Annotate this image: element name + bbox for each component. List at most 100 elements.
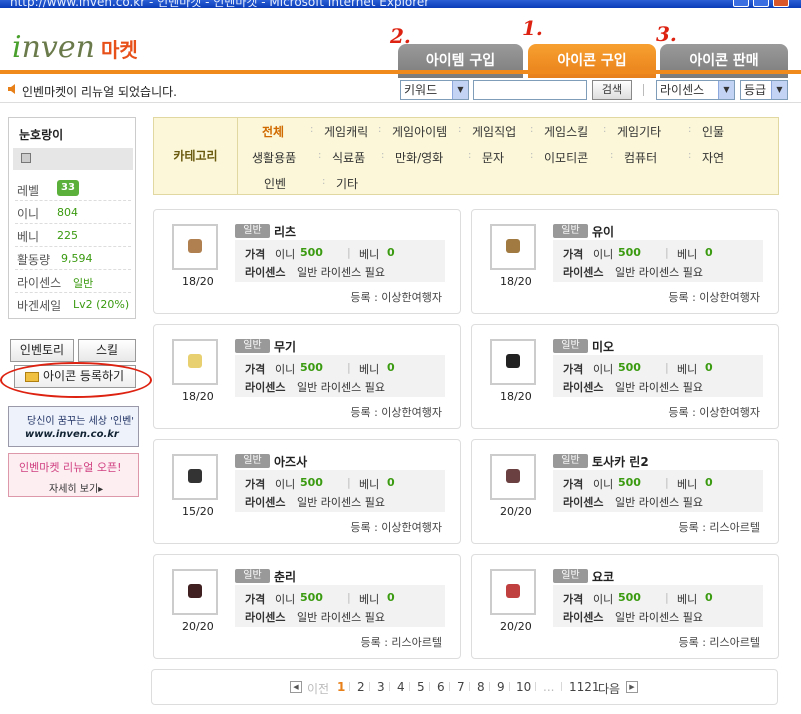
last-page-link[interactable]: 1121: [569, 680, 600, 694]
product-thumbnail[interactable]: [490, 224, 536, 270]
grade-select[interactable]: 등급 ▼: [740, 80, 788, 100]
inven-market-logo[interactable]: inven 마켓: [12, 30, 138, 65]
stat-label: 이니: [17, 207, 40, 221]
category-item[interactable]: 이모티콘: [544, 149, 588, 166]
close-button[interactable]: [773, 0, 789, 7]
product-name[interactable]: 유이: [592, 223, 614, 240]
category-item[interactable]: 인물: [702, 123, 724, 140]
page-link[interactable]: 8: [477, 680, 485, 694]
character-icon: [506, 584, 520, 598]
category-item[interactable]: 생활용품: [252, 149, 296, 166]
page-link[interactable]: 2: [357, 680, 365, 694]
seller-info: 등록 : 이상한여행자: [350, 406, 442, 419]
product-thumbnail[interactable]: [172, 569, 218, 615]
product-name[interactable]: 리츠: [274, 223, 296, 240]
page-link[interactable]: 1: [337, 680, 345, 694]
page-link[interactable]: 4: [397, 680, 405, 694]
product-card[interactable]: 18/20 일반 유이 가격 이니 500 | 베니 0 라이센스 일반 라이센스 필요 등록 : 이…: [471, 209, 779, 314]
product-name[interactable]: 무기: [274, 338, 296, 355]
grade-badge: 일반: [235, 454, 270, 468]
maximize-button[interactable]: [753, 0, 769, 7]
keyword-select-value: 키워드: [404, 83, 438, 97]
product-thumbnail[interactable]: [490, 569, 536, 615]
category-item[interactable]: 게임아이템: [392, 123, 447, 140]
page-link[interactable]: 5: [417, 680, 425, 694]
product-card[interactable]: 20/20 일반 요코 가격 이니 500 | 베니 0 라이센스 일반 라이센스 필요 등록 : 리…: [471, 554, 779, 659]
product-card[interactable]: 15/20 일반 아즈사 가격 이니 500 | 베니 0 라이센스 일반 라이센스 필요 등록 : …: [153, 439, 461, 544]
beni-price: 0: [705, 476, 713, 489]
page-link[interactable]: 7: [457, 680, 465, 694]
license-select[interactable]: 라이센스 ▼: [656, 80, 735, 100]
product-stock: 20/20: [500, 505, 532, 518]
category-item[interactable]: 게임기타: [617, 123, 661, 140]
character-icon: [506, 354, 520, 368]
page-link[interactable]: 9: [497, 680, 505, 694]
license-requirement: 일반 라이센스 필요: [297, 266, 385, 279]
annotation-2: 2.: [390, 24, 411, 48]
inventory-button[interactable]: 인벤토리: [10, 339, 74, 362]
price-divider: |: [665, 246, 669, 259]
product-name[interactable]: 미오: [592, 338, 614, 355]
stat-level: 레벨 33: [15, 178, 131, 201]
category-divider: :: [530, 124, 534, 135]
product-name[interactable]: 요코: [592, 568, 614, 585]
product-card[interactable]: 18/20 일반 미오 가격 이니 500 | 베니 0 라이센스 일반 라이센스 필요 등록 : 이…: [471, 324, 779, 429]
divider: [643, 84, 644, 96]
beni-label: 베니: [677, 478, 698, 491]
banner-slogan: 당신이 꿈꾸는 세상 '인벤': [27, 416, 135, 427]
product-stock: 18/20: [182, 275, 214, 288]
prev-page-link[interactable]: 이전: [307, 680, 329, 697]
category-item[interactable]: 컴퓨터: [624, 149, 657, 166]
product-thumbnail[interactable]: [490, 454, 536, 500]
license-requirement: 일반 라이센스 필요: [297, 611, 385, 624]
product-stock: 20/20: [500, 620, 532, 633]
category-item[interactable]: 문자: [482, 149, 504, 166]
product-card[interactable]: 20/20 일반 춘리 가격 이니 500 | 베니 0 라이센스 일반 라이센스 필요 등록 : 리…: [153, 554, 461, 659]
category-divider: :: [322, 176, 326, 187]
page-link[interactable]: 3: [377, 680, 385, 694]
next-page-link[interactable]: 다음: [598, 680, 620, 697]
product-card[interactable]: 18/20 일반 리츠 가격 이니 500 | 베니 0 라이센스 일반 라이센스 필요 등록 : 이…: [153, 209, 461, 314]
search-button[interactable]: 검색: [592, 80, 632, 100]
prev-arrow-icon[interactable]: ◀: [290, 681, 302, 693]
skill-button[interactable]: 스킬: [78, 339, 136, 362]
category-item[interactable]: 기타: [336, 175, 358, 192]
category-item[interactable]: 식료품: [332, 149, 365, 166]
keyword-select[interactable]: 키워드 ▼: [400, 80, 469, 100]
product-name[interactable]: 토사카 린2: [592, 453, 649, 470]
category-item[interactable]: 인벤: [264, 175, 286, 192]
banner-more-link: 자세히 보기▸: [49, 484, 104, 495]
search-input[interactable]: [473, 80, 587, 100]
site-header: inven 마켓 아이템 구입 아이콘 구입 아이콘 판매 2. 1. 3.: [0, 8, 801, 78]
category-item[interactable]: 자연: [702, 149, 724, 166]
category-item[interactable]: 전체: [262, 123, 284, 140]
next-arrow-icon[interactable]: ▶: [626, 681, 638, 693]
inven-banner[interactable]: 당신이 꿈꾸는 세상 '인벤' www.inven.co.kr: [8, 406, 139, 447]
category-item[interactable]: 만화/영화: [395, 149, 443, 166]
minimize-button[interactable]: [733, 0, 749, 7]
renewal-banner[interactable]: 인벤마켓 리뉴얼 오픈! 자세히 보기▸: [8, 453, 139, 497]
category-item[interactable]: 게임캐릭: [324, 123, 368, 140]
product-thumbnail[interactable]: [172, 224, 218, 270]
product-name[interactable]: 아즈사: [274, 453, 307, 470]
price-label: 가격: [563, 478, 584, 491]
product-name[interactable]: 춘리: [274, 568, 296, 585]
ini-label: 이니: [275, 363, 296, 376]
category-item[interactable]: 게임스킬: [544, 123, 588, 140]
product-thumbnail[interactable]: [490, 339, 536, 385]
product-card[interactable]: 18/20 일반 무기 가격 이니 500 | 베니 0 라이센스 일반 라이센스 필요 등록 : 이…: [153, 324, 461, 429]
page-divider: |: [408, 682, 412, 692]
page-link[interactable]: 6: [437, 680, 445, 694]
license-label: 라이센스: [245, 381, 286, 394]
license-requirement: 일반 라이센스 필요: [615, 381, 703, 394]
beni-label: 베니: [359, 593, 380, 606]
product-thumbnail[interactable]: [172, 339, 218, 385]
page-link[interactable]: 10: [516, 680, 531, 694]
character-icon: [188, 584, 202, 598]
price-label: 가격: [245, 363, 266, 376]
category-item[interactable]: 게임직업: [472, 123, 516, 140]
product-thumbnail[interactable]: [172, 454, 218, 500]
license-label: 라이센스: [245, 266, 286, 279]
product-card[interactable]: 20/20 일반 토사카 린2 가격 이니 500 | 베니 0 라이센스 일반 라이센스 필요 등록…: [471, 439, 779, 544]
beni-label: 베니: [677, 593, 698, 606]
